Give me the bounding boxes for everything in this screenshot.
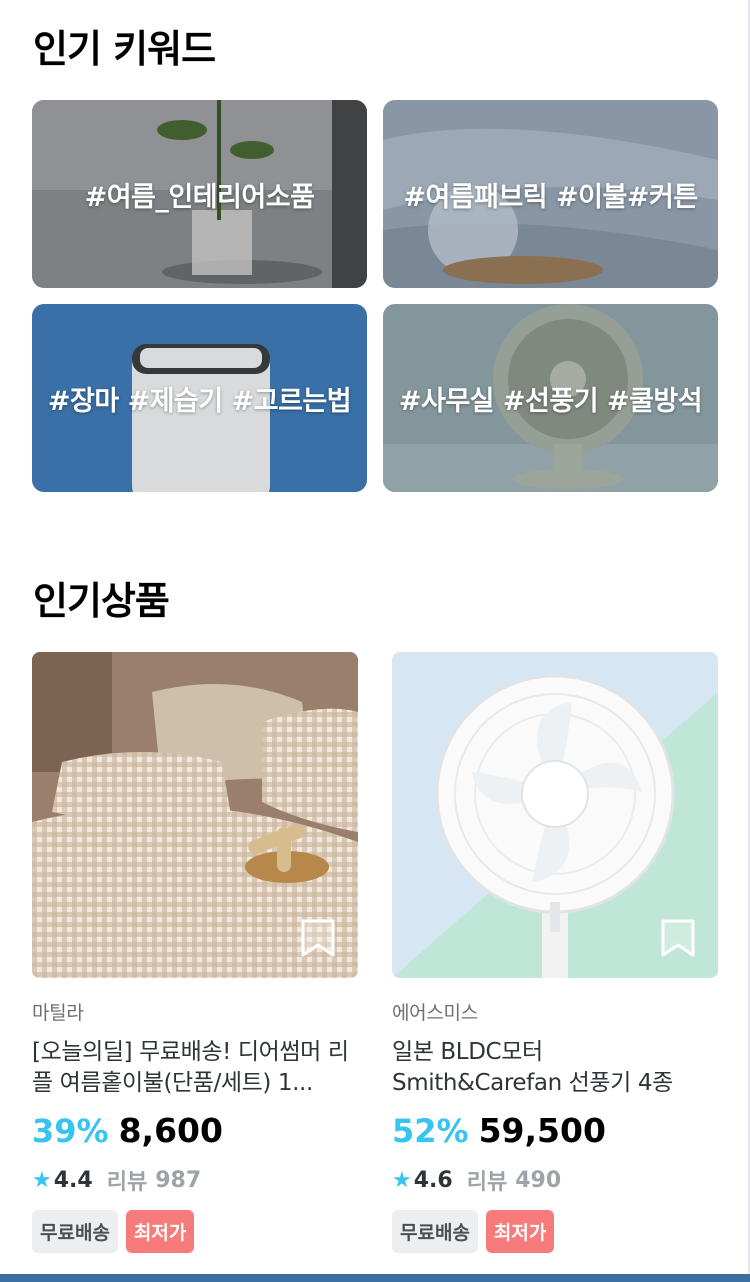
product-name[interactable]: [오늘의딜] 무료배송! 디어썸머 리플 여름홑이불(단품/세트) 1... <box>32 1037 358 1099</box>
product-card[interactable]: 마틸라 [오늘의딜] 무료배송! 디어썸머 리플 여름홑이불(단품/세트) 1.… <box>32 652 358 1253</box>
discount-rate: 39% <box>32 1112 109 1150</box>
rating-value: 4.6 <box>413 1167 453 1193</box>
review-label: 리뷰 <box>106 1170 148 1195</box>
price-row: 39% 8,600 <box>32 1111 358 1150</box>
badge-list: 무료배송 최저가 <box>392 1210 718 1253</box>
rating-row: ★ 4.4 리뷰 987 <box>32 1164 358 1196</box>
star-icon: ★ <box>392 1167 412 1193</box>
product-brand: 에어스미스 <box>392 1002 478 1024</box>
review-label: 리뷰 <box>466 1170 508 1195</box>
section-title-popular-keywords: 인기 키워드 <box>33 27 216 71</box>
keyword-card-dehumidifier[interactable]: #장마 #제습기 #고르는법 <box>32 304 367 492</box>
bottom-bar <box>0 1274 750 1282</box>
keyword-card-office-fan[interactable]: #사무실 #선풍기 #쿨방석 <box>383 304 718 492</box>
product-image[interactable] <box>392 652 718 978</box>
product-price: 8,600 <box>118 1111 223 1150</box>
section-title-popular-products: 인기상품 <box>33 579 170 623</box>
lowest-price-badge: 최저가 <box>125 1210 195 1253</box>
star-icon: ★ <box>32 1167 52 1193</box>
product-price: 59,500 <box>478 1111 606 1150</box>
rating-row: ★ 4.6 리뷰 490 <box>392 1164 718 1196</box>
keyword-card-summer-interior[interactable]: #여름_인테리어소품 <box>32 100 367 288</box>
product-card[interactable]: 에어스미스 일본 BLDC모터 Smith&Carefan 선풍기 4종 52%… <box>392 652 718 1253</box>
product-brand: 마틸라 <box>32 1002 84 1024</box>
review-count: 490 <box>515 1167 562 1193</box>
keyword-label: #여름_인테리어소품 <box>84 181 315 213</box>
keyword-label: #장마 #제습기 #고르는법 <box>47 385 352 417</box>
free-shipping-badge: 무료배송 <box>392 1210 478 1253</box>
product-name[interactable]: 일본 BLDC모터 Smith&Carefan 선풍기 4종 <box>392 1037 718 1099</box>
free-shipping-badge: 무료배송 <box>32 1210 118 1253</box>
bookmark-icon[interactable] <box>300 918 336 958</box>
keyword-card-summer-fabric[interactable]: #여름패브릭 #이불#커튼 <box>383 100 718 288</box>
rating-value: 4.4 <box>53 1167 93 1193</box>
badge-list: 무료배송 최저가 <box>32 1210 358 1253</box>
bookmark-icon[interactable] <box>660 918 696 958</box>
discount-rate: 52% <box>392 1112 469 1150</box>
price-row: 52% 59,500 <box>392 1111 718 1150</box>
keyword-label: #여름패브릭 #이불#커튼 <box>403 181 698 213</box>
review-count: 987 <box>155 1167 202 1193</box>
lowest-price-badge: 최저가 <box>485 1210 555 1253</box>
product-image[interactable] <box>32 652 358 978</box>
keyword-label: #사무실 #선풍기 #쿨방석 <box>398 385 703 417</box>
